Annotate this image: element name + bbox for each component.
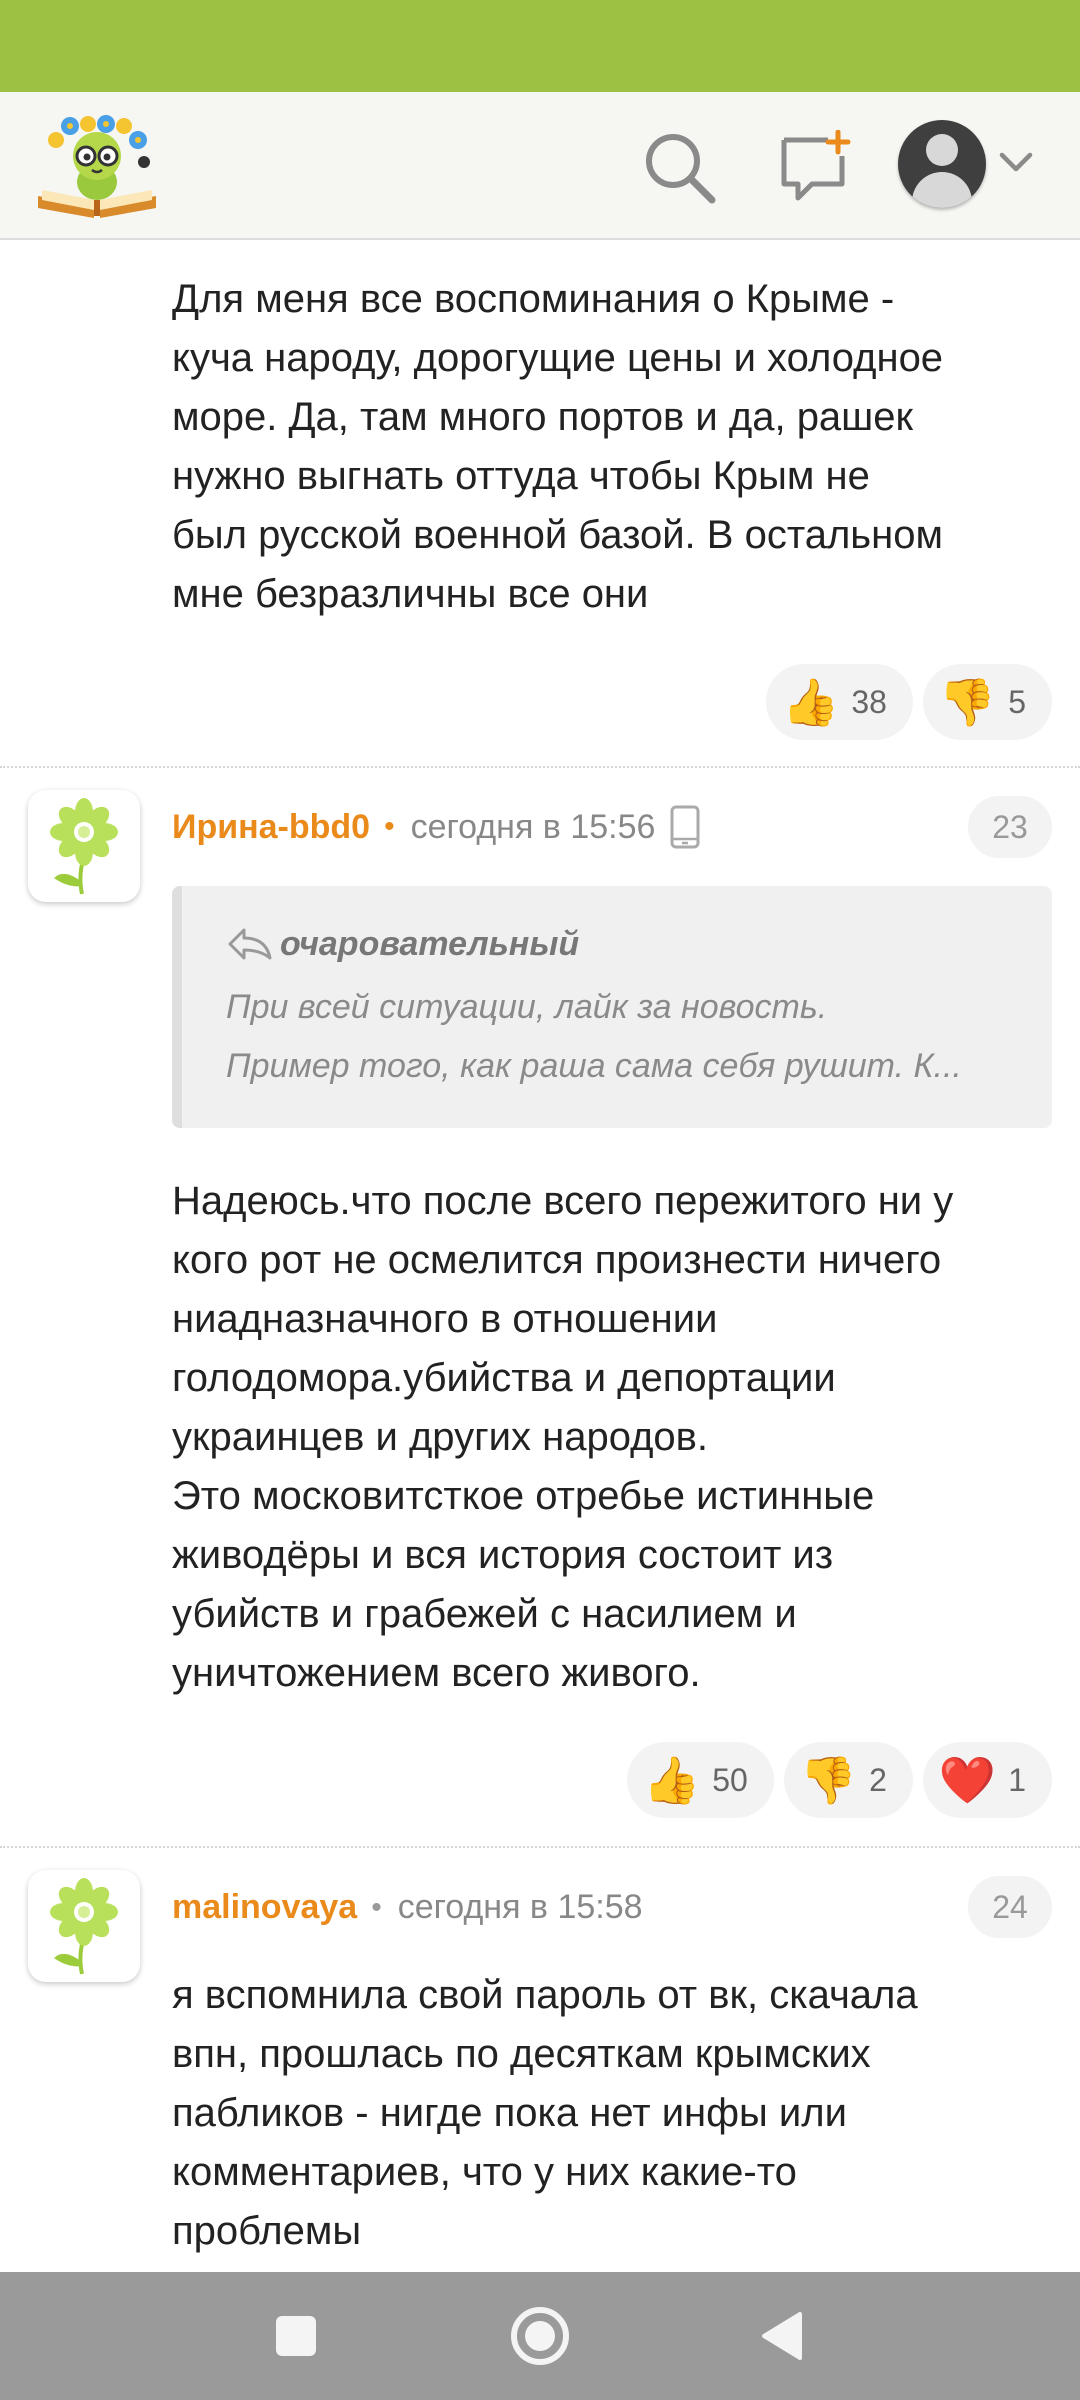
thumbs-down-icon: 👎 xyxy=(799,1754,858,1806)
quote-author-row: очаровательный xyxy=(226,924,1052,964)
author-name[interactable]: Ирина-bbd0 xyxy=(172,808,370,847)
comment-reactions: 👍 38 👎 5 xyxy=(766,664,1052,740)
new-message-icon[interactable] xyxy=(776,129,852,206)
divider xyxy=(0,766,1080,768)
site-logo[interactable] xyxy=(34,110,160,222)
quote-line: Пример того, как раша сама себя рушит. К… xyxy=(226,1047,962,1085)
comment-meta: malinovaya • сегодня в 15:58 xyxy=(172,1888,643,1927)
heart-count: 1 xyxy=(1008,1761,1026,1798)
quote-author: очаровательный xyxy=(280,924,580,963)
avatar[interactable] xyxy=(28,790,140,902)
comment-number[interactable]: 23 xyxy=(968,796,1052,858)
system-navigation-bar xyxy=(0,2272,1080,2400)
like-count: 50 xyxy=(712,1761,748,1798)
thumbs-up-icon: 👍 xyxy=(642,1754,701,1806)
like-count: 38 xyxy=(851,683,887,720)
comment-text: я вспомнила свой пароль от вк, скачала в… xyxy=(172,1973,918,2253)
chevron-down-icon xyxy=(999,152,1033,172)
quote-line: При всей ситуации, лайк за новость. xyxy=(226,988,828,1026)
comments-feed[interactable]: Для меня все воспоминания о Крыме - куча… xyxy=(0,242,1080,2272)
comment-reactions: 👍 50 👎 2 ❤️ 1 xyxy=(626,1742,1052,1818)
mobile-device-icon xyxy=(670,805,700,849)
recents-square-icon[interactable] xyxy=(262,2302,330,2370)
thumbs-down-icon: 👎 xyxy=(938,676,997,728)
like-button[interactable]: 👍 50 xyxy=(626,1742,774,1818)
search-icon[interactable] xyxy=(642,130,718,206)
dislike-count: 2 xyxy=(869,1761,887,1798)
thumbs-up-icon: 👍 xyxy=(782,676,840,728)
online-dot-icon: • xyxy=(384,810,395,843)
comment-meta: Ирина-bbd0 • сегодня в 15:56 xyxy=(172,804,701,850)
author-name[interactable]: malinovaya xyxy=(172,1888,357,1927)
comment-time[interactable]: сегодня в 15:58 xyxy=(398,1888,643,1927)
dislike-count: 5 xyxy=(1008,683,1026,720)
app-header xyxy=(0,92,1080,240)
comment-time[interactable]: сегодня в 15:56 xyxy=(411,808,656,847)
separator-dot: • xyxy=(371,1890,382,1924)
user-avatar-icon xyxy=(898,120,986,208)
heart-button[interactable]: ❤️ 1 xyxy=(922,1742,1052,1818)
profile-menu-button[interactable] xyxy=(898,120,1034,216)
home-circle-icon[interactable] xyxy=(506,2302,574,2370)
dislike-button[interactable]: 👎 2 xyxy=(783,1742,913,1818)
quoted-comment[interactable]: очаровательный При всей ситуации, лайк з… xyxy=(172,886,1052,1128)
comment-number[interactable]: 24 xyxy=(968,1876,1052,1938)
comment-text: Надеюсь.что после всего пережитого ни у … xyxy=(172,1179,954,1695)
divider xyxy=(0,1846,1080,1848)
status-bar xyxy=(0,0,1080,92)
like-button[interactable]: 👍 38 xyxy=(766,664,913,740)
comment-text: Для меня все воспоминания о Крыме - куча… xyxy=(172,277,944,616)
reply-arrow-icon xyxy=(228,928,272,960)
heart-icon: ❤️ xyxy=(938,1754,997,1806)
avatar[interactable] xyxy=(28,1870,140,1982)
back-triangle-icon[interactable] xyxy=(750,2302,818,2370)
dislike-button[interactable]: 👎 5 xyxy=(922,664,1052,740)
